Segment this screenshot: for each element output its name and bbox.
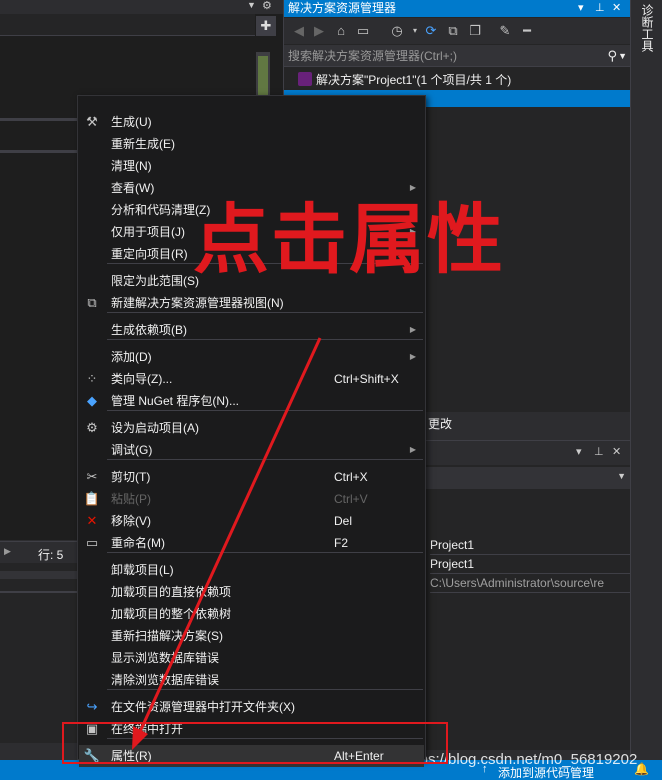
- annotation-arrow-line: [136, 337, 322, 737]
- annotation-arrow: [132, 337, 322, 750]
